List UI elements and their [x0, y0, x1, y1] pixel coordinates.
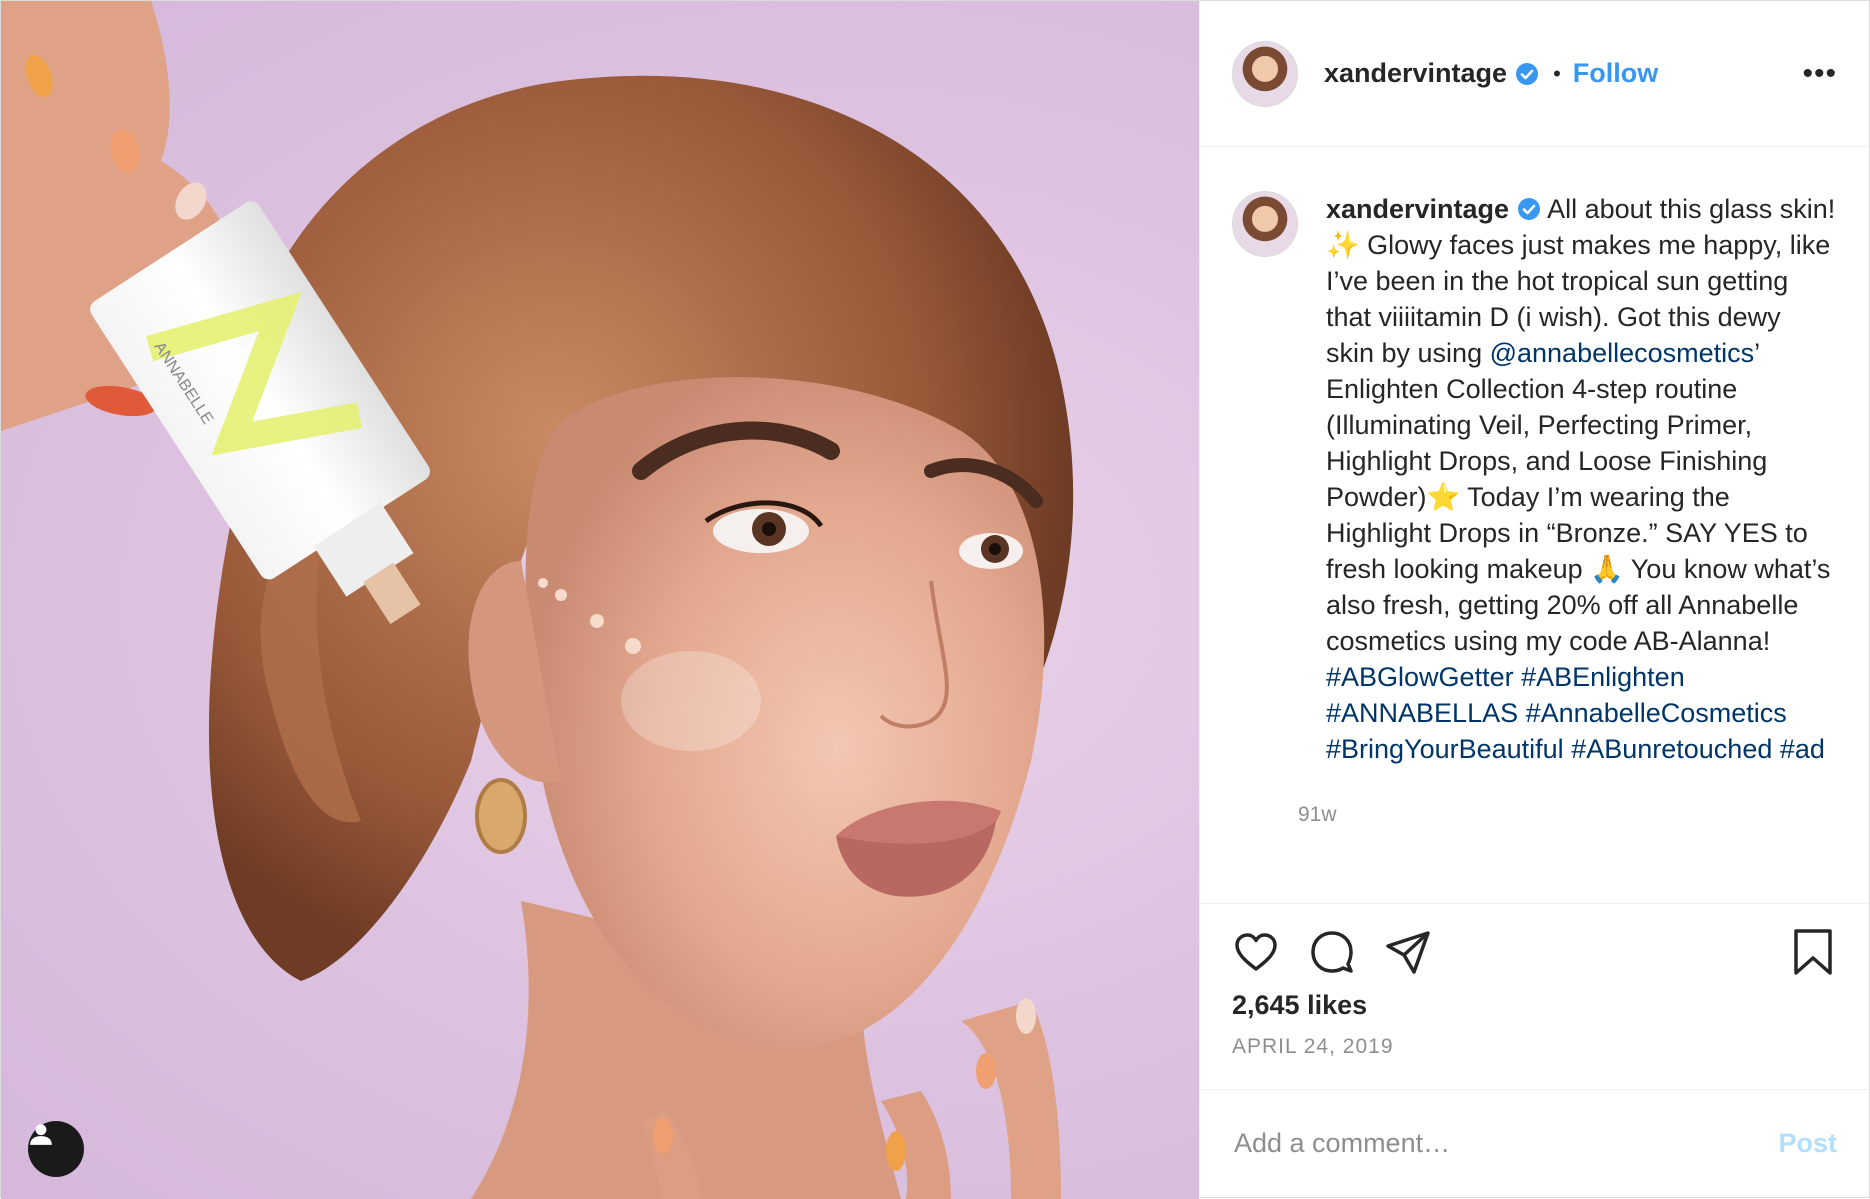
photo-illustration: ANNABELLE: [1, 1, 1074, 1199]
caption-time[interactable]: 91w: [1298, 803, 1836, 827]
instagram-post: ANNABELLE xandervintage • Follow ••• xan…: [0, 0, 1870, 1199]
hashtag[interactable]: #ABunretouched: [1571, 734, 1772, 764]
hashtag[interactable]: #BringYourBeautiful: [1326, 734, 1564, 764]
follow-button[interactable]: Follow: [1573, 58, 1658, 89]
caption-mention[interactable]: @annabellecosmetics: [1490, 338, 1755, 368]
hashtag[interactable]: #ANNABELLAS: [1326, 698, 1518, 728]
post-side-panel: xandervintage • Follow ••• xandervintage…: [1199, 1, 1869, 1197]
verified-icon: [1518, 198, 1541, 220]
caption-body-2: ’ Enlighten Collection 4-step routine (I…: [1326, 338, 1831, 656]
comment-input[interactable]: [1232, 1127, 1779, 1160]
comment-icon[interactable]: [1308, 928, 1356, 976]
caption-avatar[interactable]: [1232, 191, 1298, 257]
hashtag[interactable]: #ABGlowGetter: [1326, 662, 1514, 692]
comment-box: Post: [1200, 1089, 1869, 1197]
post-header: xandervintage • Follow •••: [1200, 1, 1869, 147]
likes-count[interactable]: 2,645 likes: [1232, 990, 1837, 1021]
caption-section: xandervintage All about this glass skin!…: [1200, 147, 1869, 903]
post-photo[interactable]: ANNABELLE: [1, 1, 1199, 1199]
verified-icon: [1516, 62, 1539, 85]
header-separator: •: [1553, 60, 1561, 86]
avatar[interactable]: [1232, 40, 1298, 107]
more-options-icon[interactable]: •••: [1802, 58, 1837, 89]
hashtag[interactable]: #AnnabelleCosmetics: [1526, 698, 1787, 728]
user-tag-icon[interactable]: [28, 1121, 84, 1177]
caption-text: xandervintage All about this glass skin!…: [1326, 191, 1836, 767]
bookmark-icon[interactable]: [1791, 928, 1835, 976]
hashtag[interactable]: #ABEnlighten: [1521, 662, 1685, 692]
user-tag-glyph: [30, 1124, 52, 1145]
heart-icon[interactable]: [1232, 928, 1280, 976]
actions-section: 2,645 likes APRIL 24, 2019: [1200, 903, 1869, 1089]
header-username[interactable]: xandervintage: [1324, 58, 1507, 89]
action-bar: [1232, 924, 1837, 980]
caption-username[interactable]: xandervintage: [1326, 194, 1509, 224]
hashtag[interactable]: #ad: [1780, 734, 1825, 764]
share-icon[interactable]: [1384, 928, 1432, 976]
post-comment-button[interactable]: Post: [1778, 1128, 1837, 1159]
post-date[interactable]: APRIL 24, 2019: [1232, 1035, 1837, 1059]
